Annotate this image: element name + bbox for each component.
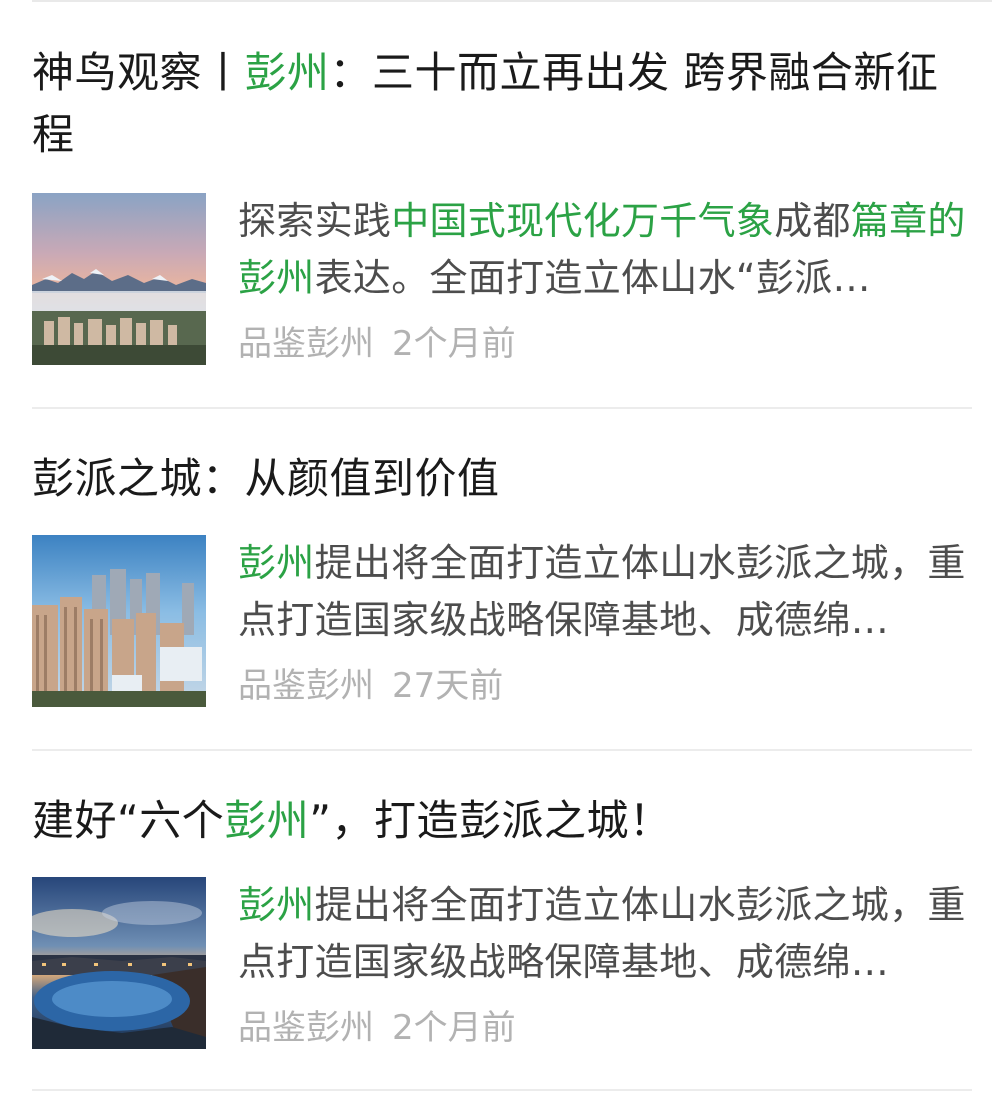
article-body: 探索实践中国式现代化万千气象成都篇章的彭州表达。全面打造立体山水“彭派… 品鉴彭… xyxy=(32,193,972,365)
article-meta: 品鉴彭州 2个月前 xyxy=(238,1008,516,1048)
article-source[interactable]: 品鉴彭州 xyxy=(238,1008,374,1048)
article-thumbnail[interactable] xyxy=(32,193,206,365)
article-item[interactable]: 建好“六个彭州”，打造彭派之城！ 彭州提出将全面打造立体山水彭派之城，重点打造国… xyxy=(32,790,972,1052)
article-meta: 品鉴彭州 2个月前 xyxy=(238,324,516,364)
article-divider xyxy=(32,407,972,409)
article-source[interactable]: 品鉴彭州 xyxy=(238,666,374,706)
article-body: 彭州提出将全面打造立体山水彭派之城，重点打造国家级战略保障基地、成德绵… 品鉴彭… xyxy=(32,877,972,1049)
article-title[interactable]: 彭派之城：从颜值到价值 xyxy=(32,448,972,510)
article-thumbnail[interactable] xyxy=(32,535,206,707)
article-title[interactable]: 建好“六个彭州”，打造彭派之城！ xyxy=(32,790,972,852)
article-divider xyxy=(32,1089,972,1091)
article-source[interactable]: 品鉴彭州 xyxy=(238,324,374,364)
article-body: 彭州提出将全面打造立体山水彭派之城，重点打造国家级战略保障基地、成德绵… 品鉴彭… xyxy=(32,535,972,707)
article-title[interactable]: 神鸟观察丨彭州：三十而立再出发 跨界融合新征程 xyxy=(32,42,972,166)
article-time: 2个月前 xyxy=(392,324,516,364)
article-excerpt: 探索实践中国式现代化万千气象成都篇章的彭州表达。全面打造立体山水“彭派… xyxy=(238,199,966,300)
article-divider xyxy=(32,749,972,751)
article-time: 2个月前 xyxy=(392,1008,516,1048)
article-item[interactable]: 神鸟观察丨彭州：三十而立再出发 跨界融合新征程 探索实践中国式现代化万千气象成都… xyxy=(32,42,972,372)
top-divider xyxy=(32,0,992,2)
article-thumbnail[interactable] xyxy=(32,877,206,1049)
article-item[interactable]: 彭派之城：从颜值到价值 彭州提出将全面打造立体山水彭派之城，重点打造国家级战略保… xyxy=(32,448,972,710)
article-excerpt: 彭州提出将全面打造立体山水彭派之城，重点打造国家级战略保障基地、成德绵… xyxy=(238,541,966,642)
article-time: 27天前 xyxy=(392,666,504,706)
article-excerpt: 彭州提出将全面打造立体山水彭派之城，重点打造国家级战略保障基地、成德绵… xyxy=(238,883,966,984)
article-meta: 品鉴彭州 27天前 xyxy=(238,666,503,706)
